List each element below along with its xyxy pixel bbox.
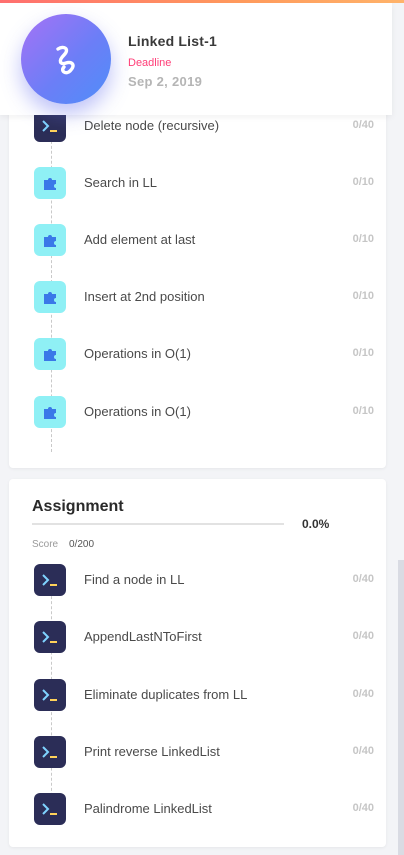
lesson-score: 0/40 [352,119,374,131]
puzzle-icon [34,338,66,370]
top-accent-bar [0,0,404,3]
lesson-label: Search in LL [84,175,157,190]
assignment-score-label: Score [32,539,59,550]
lesson-score: 0/10 [352,176,374,188]
assignment-score: 0/40 [352,630,374,642]
assignment-card: Assignment 0.0% Score 0/200 Find a node … [9,479,386,847]
lesson-item[interactable]: Search in LL 0/10 [34,167,374,199]
assignment-item[interactable]: Find a node in LL 0/40 [34,564,374,596]
assignment-label: Palindrome LinkedList [84,801,212,816]
assignment-score: 0/40 [352,745,374,757]
lesson-score: 0/10 [352,347,374,359]
lessons-card: Delete node (recursive) 0/40 Search in L… [9,100,386,468]
lesson-label: Add element at last [84,232,196,247]
lesson-score: 0/10 [352,233,374,245]
lesson-item[interactable]: Insert at 2nd position 0/10 [34,281,374,313]
assignment-item[interactable]: Print reverse LinkedList 0/40 [34,736,374,768]
assignment-label: Eliminate duplicates from LL [84,687,248,702]
assignment-item[interactable]: AppendLastNToFirst 0/40 [34,621,374,653]
puzzle-icon [34,281,66,313]
puzzle-icon [34,396,66,428]
lesson-label: Operations in O(1) [84,346,191,361]
assignment-progress-bar [32,523,284,525]
lesson-label: Insert at 2nd position [84,289,205,304]
lesson-label: Operations in O(1) [84,404,191,419]
deadline-label: Deadline [128,57,172,69]
terminal-icon [34,736,66,768]
assignment-label: AppendLastNToFirst [84,629,202,644]
assignment-label: Find a node in LL [84,572,185,587]
lesson-item[interactable]: Operations in O(1) 0/10 [34,396,374,428]
assignment-item[interactable]: Eliminate duplicates from LL 0/40 [34,679,374,711]
course-logo-icon [56,45,75,75]
assignment-score-value: 0/200 [69,539,95,550]
terminal-icon [34,793,66,825]
lesson-item[interactable]: Operations in O(1) 0/10 [34,338,374,370]
terminal-icon [34,621,66,653]
lesson-label: Delete node (recursive) [84,118,220,133]
puzzle-icon [34,167,66,199]
lesson-score: 0/10 [352,405,374,417]
assignment-item[interactable]: Palindrome LinkedList 0/40 [34,793,374,825]
lesson-item[interactable]: Add element at last 0/10 [34,224,374,256]
terminal-icon [34,564,66,596]
course-title: Linked List-1 [128,33,217,49]
assignment-label: Print reverse LinkedList [84,744,220,759]
course-header: Linked List-1 Deadline Sep 2, 2019 [0,3,392,115]
deadline-date: Sep 2, 2019 [128,74,203,89]
assignment-score: 0/40 [352,688,374,700]
assignment-progress-percent: 0.0% [302,517,330,531]
course-badge [21,14,111,104]
assignment-title: Assignment [32,498,124,515]
assignment-score: 0/40 [352,802,374,814]
scrollbar-track[interactable] [398,560,404,855]
puzzle-icon [34,224,66,256]
lesson-score: 0/10 [352,290,374,302]
terminal-icon [34,679,66,711]
assignment-score: 0/40 [352,573,374,585]
